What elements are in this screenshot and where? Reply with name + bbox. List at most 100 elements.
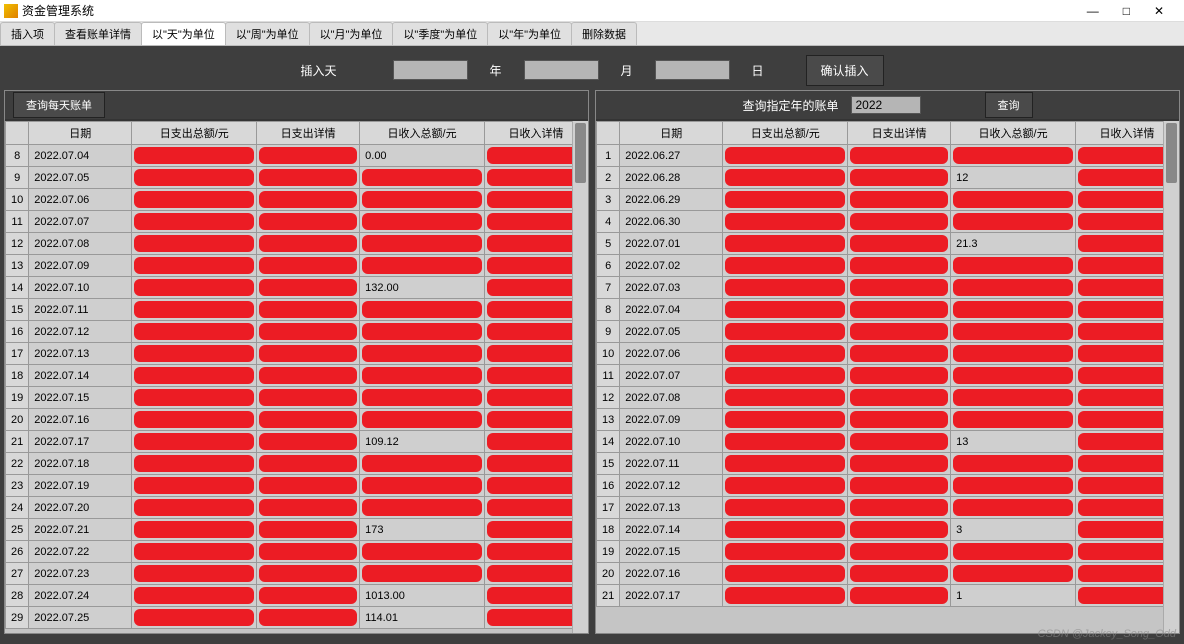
table-row[interactable]: 142022.07.10132.00 bbox=[6, 277, 588, 299]
close-button[interactable]: ✕ bbox=[1154, 4, 1164, 18]
query-daily-button[interactable]: 查询每天账单 bbox=[13, 92, 105, 118]
table-row[interactable]: 42022.06.30 bbox=[597, 211, 1179, 233]
cell-out-total bbox=[132, 211, 257, 233]
cell-out-detail bbox=[848, 387, 951, 409]
row-number: 24 bbox=[6, 497, 29, 519]
table-row[interactable]: 82022.07.04 bbox=[597, 299, 1179, 321]
left-table-wrap: 日期日支出总额/元日支出详情日收入总额/元日收入详情 82022.07.0414… bbox=[5, 119, 588, 633]
table-row[interactable]: 242022.07.20 bbox=[6, 497, 588, 519]
table-row[interactable]: 272022.07.23 bbox=[6, 563, 588, 585]
column-header: 日支出详情 bbox=[257, 122, 360, 145]
tab-4[interactable]: 以"月"为单位 bbox=[309, 22, 394, 45]
column-header: 日期 bbox=[620, 122, 723, 145]
table-row[interactable]: 202022.07.16 bbox=[597, 563, 1179, 585]
table-row[interactable]: 12022.06.27 bbox=[597, 145, 1179, 167]
cell-out-detail bbox=[848, 409, 951, 431]
table-row[interactable]: 192022.07.15 bbox=[597, 541, 1179, 563]
row-number: 19 bbox=[6, 387, 29, 409]
tab-1[interactable]: 查看账单详情 bbox=[54, 22, 142, 45]
row-number: 9 bbox=[6, 167, 29, 189]
table-row[interactable]: 92022.07.05 bbox=[6, 167, 588, 189]
cell-out-detail bbox=[848, 519, 951, 541]
table-row[interactable]: 182022.07.14 3 bbox=[597, 519, 1179, 541]
tab-5[interactable]: 以"季度"为单位 bbox=[392, 22, 488, 45]
table-row[interactable]: 192022.07.15 bbox=[6, 387, 588, 409]
confirm-insert-button[interactable]: 确认插入 bbox=[806, 55, 884, 86]
row-number: 18 bbox=[597, 519, 620, 541]
cell-out-detail bbox=[848, 145, 951, 167]
table-row[interactable]: 52022.07.0121.3 bbox=[597, 233, 1179, 255]
tab-6[interactable]: 以"年"为单位 bbox=[487, 22, 572, 45]
cell-out-detail bbox=[848, 189, 951, 211]
cell-in-total: 114.01 bbox=[360, 607, 485, 629]
tab-7[interactable]: 删除数据 bbox=[571, 22, 637, 45]
table-row[interactable]: 222022.07.18 bbox=[6, 453, 588, 475]
table-row[interactable]: 162022.07.12 bbox=[6, 321, 588, 343]
table-row[interactable]: 232022.07.19 bbox=[6, 475, 588, 497]
table-row[interactable]: 162022.07.12 bbox=[597, 475, 1179, 497]
maximize-button[interactable]: □ bbox=[1123, 4, 1130, 18]
right-scrollbar-vertical[interactable] bbox=[1163, 121, 1179, 633]
table-row[interactable]: 132022.07.09 bbox=[597, 409, 1179, 431]
cell-date: 2022.07.10 bbox=[620, 431, 723, 453]
workarea: 插入天 年 月 日 确认插入 查询每天账单 日期日支出总额/元日支出详情日收入总… bbox=[0, 46, 1184, 644]
table-row[interactable]: 142022.07.1013 bbox=[597, 431, 1179, 453]
table-row[interactable]: 112022.07.07 bbox=[597, 365, 1179, 387]
tab-0[interactable]: 插入项 bbox=[0, 22, 55, 45]
table-row[interactable]: 122022.07.08 bbox=[6, 233, 588, 255]
query-year-input[interactable] bbox=[851, 96, 921, 114]
table-row[interactable]: 172022.07.13 bbox=[6, 343, 588, 365]
cell-out-detail bbox=[848, 233, 951, 255]
table-row[interactable]: 112022.07.07 bbox=[6, 211, 588, 233]
table-row[interactable]: 152022.07.11 bbox=[6, 299, 588, 321]
left-scrollbar-vertical[interactable] bbox=[572, 121, 588, 633]
table-row[interactable]: 182022.07.14 bbox=[6, 365, 588, 387]
table-row[interactable]: 122022.07.08 bbox=[597, 387, 1179, 409]
cell-date: 2022.07.15 bbox=[29, 387, 132, 409]
table-row[interactable]: 82022.07.0414.300.00 bbox=[6, 145, 588, 167]
cell-out-total bbox=[132, 453, 257, 475]
tab-2[interactable]: 以"天"为单位 bbox=[141, 22, 226, 45]
table-row[interactable]: 102022.07.06 bbox=[6, 189, 588, 211]
table-row[interactable]: 102022.07.06 bbox=[597, 343, 1179, 365]
cell-in-total bbox=[951, 563, 1076, 585]
tab-3[interactable]: 以"周"为单位 bbox=[225, 22, 310, 45]
day-input[interactable] bbox=[655, 60, 730, 80]
minimize-button[interactable]: — bbox=[1087, 4, 1099, 18]
column-header: 日期 bbox=[29, 122, 132, 145]
cell-out-detail bbox=[848, 211, 951, 233]
row-number: 21 bbox=[6, 431, 29, 453]
column-header: 日收入总额/元 bbox=[951, 122, 1076, 145]
table-row[interactable]: 292022.07.25114.01 bbox=[6, 607, 588, 629]
cell-out-total bbox=[132, 541, 257, 563]
cell-date: 2022.07.14 bbox=[620, 519, 723, 541]
table-row[interactable]: 262022.07.22 bbox=[6, 541, 588, 563]
table-row[interactable]: 282022.07.241013.00 bbox=[6, 585, 588, 607]
table-row[interactable]: 252022.07.21173 bbox=[6, 519, 588, 541]
row-number: 1 bbox=[597, 145, 620, 167]
cell-in-total: 3 bbox=[951, 519, 1076, 541]
table-row[interactable]: 212022.07.171 bbox=[597, 585, 1179, 607]
column-header: 日支出总额/元 bbox=[723, 122, 848, 145]
table-row[interactable]: 92022.07.05 bbox=[597, 321, 1179, 343]
table-row[interactable]: 172022.07.13 bbox=[597, 497, 1179, 519]
table-row[interactable]: 212022.07.17109.12 bbox=[6, 431, 588, 453]
table-row[interactable]: 32022.06.29 bbox=[597, 189, 1179, 211]
cell-out-detail bbox=[257, 607, 360, 629]
month-input[interactable] bbox=[524, 60, 599, 80]
cell-date: 2022.07.16 bbox=[29, 409, 132, 431]
cell-out-total bbox=[132, 475, 257, 497]
table-row[interactable]: 132022.07.09 bbox=[6, 255, 588, 277]
table-row[interactable]: 152022.07.11 bbox=[597, 453, 1179, 475]
cell-in-total: 173 bbox=[360, 519, 485, 541]
query-year-button[interactable]: 查询 bbox=[985, 92, 1033, 118]
table-row[interactable]: 22022.06.2812 bbox=[597, 167, 1179, 189]
row-number: 3 bbox=[597, 189, 620, 211]
year-input[interactable] bbox=[393, 60, 468, 80]
table-row[interactable]: 202022.07.16 bbox=[6, 409, 588, 431]
table-row[interactable]: 72022.07.03 bbox=[597, 277, 1179, 299]
cell-out-total bbox=[723, 189, 848, 211]
table-row[interactable]: 62022.07.02 bbox=[597, 255, 1179, 277]
cell-date: 2022.07.19 bbox=[29, 475, 132, 497]
cell-out-total bbox=[132, 255, 257, 277]
